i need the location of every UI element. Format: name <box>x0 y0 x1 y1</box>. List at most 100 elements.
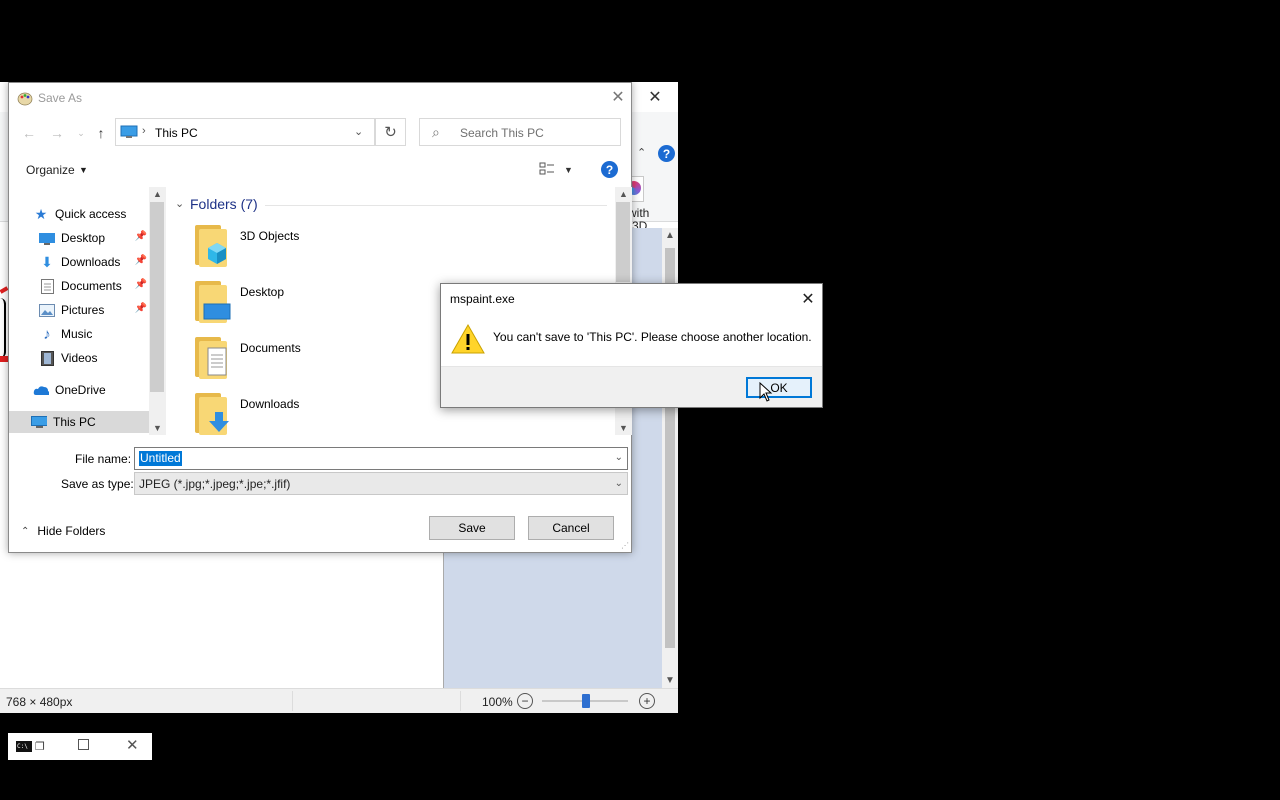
scroll-thumb[interactable] <box>616 202 630 282</box>
hide-folders-label: Hide Folders <box>37 524 106 538</box>
recent-locations-icon[interactable]: ⌄ <box>71 123 91 143</box>
document-icon <box>39 278 55 294</box>
help-icon[interactable]: ? <box>601 161 618 178</box>
folders-group-header[interactable]: Folders (7) <box>190 196 258 212</box>
music-icon: ♪ <box>43 325 51 343</box>
caret-down-icon[interactable]: ▼ <box>79 165 88 175</box>
maximize-icon[interactable] <box>78 739 89 750</box>
nav-label: Pictures <box>61 303 105 317</box>
save-button[interactable]: Save <box>429 516 515 540</box>
hide-folders-toggle[interactable]: ⌃ Hide Folders <box>21 524 105 538</box>
folder-item[interactable]: Desktop <box>193 279 433 331</box>
navigation-pane: ★ Quick access Desktop 📌 ⬇ Downloads 📌 D… <box>9 187 164 435</box>
pin-icon[interactable]: 📌 <box>135 279 147 290</box>
nav-item-downloads[interactable]: ⬇ Downloads 📌 <box>39 251 149 273</box>
forward-arrow-icon[interactable]: → <box>47 123 67 143</box>
up-arrow-icon[interactable]: ↑ <box>91 123 111 143</box>
save-as-type-label: Save as type: <box>61 477 134 491</box>
scroll-down-icon[interactable]: ▼ <box>153 423 162 433</box>
folder-item[interactable]: 3D Objects <box>193 223 433 275</box>
folder-item[interactable]: Documents <box>193 335 433 387</box>
nav-item-pictures[interactable]: Pictures 📌 <box>39 299 149 321</box>
scroll-up-icon[interactable]: ▲ <box>619 189 628 199</box>
file-name-value[interactable]: Untitled <box>139 451 182 466</box>
save-as-type-select[interactable]: JPEG (*.jpg;*.jpeg;*.jpe;*.jfif) ⌄ <box>134 472 628 495</box>
scroll-thumb[interactable] <box>150 202 164 392</box>
alert-message: You can't save to 'This PC'. Please choo… <box>493 330 812 344</box>
zoom-in-icon[interactable]: + <box>639 693 655 709</box>
organize-button[interactable]: Organize <box>26 163 75 177</box>
back-arrow-icon[interactable]: ← <box>19 123 39 143</box>
nav-vertical-scrollbar[interactable]: ▲ ▼ <box>149 187 166 435</box>
close-icon[interactable]: ✕ <box>607 86 629 108</box>
breadcrumb-chevron-icon[interactable]: › <box>142 125 146 137</box>
zoom-percentage: 100% <box>482 695 513 709</box>
zoom-out-icon[interactable]: − <box>517 693 533 709</box>
folder-3d-objects-icon <box>193 225 231 269</box>
caret-down-icon[interactable]: ▼ <box>564 165 573 175</box>
alert-title: mspaint.exe <box>450 292 515 306</box>
nav-item-documents[interactable]: Documents 📌 <box>39 275 149 297</box>
nav-item-music[interactable]: ♪ Music <box>39 323 149 345</box>
folder-label: Desktop <box>240 285 285 299</box>
file-name-input[interactable]: Untitled ⌄ <box>134 447 628 470</box>
chevron-down-icon[interactable]: ⌄ <box>175 197 184 210</box>
view-options-icon[interactable] <box>539 162 555 176</box>
image-dimensions: 768 × 480px <box>6 695 73 709</box>
folder-downloads-icon <box>193 393 231 437</box>
chevron-up-icon: ⌃ <box>21 525 30 537</box>
nav-label: Downloads <box>61 255 121 269</box>
pictures-icon <box>39 302 55 318</box>
paint-close-icon[interactable]: ✕ <box>644 86 666 108</box>
ok-button[interactable]: OK <box>746 377 812 398</box>
chevron-down-icon[interactable]: ⌄ <box>354 125 363 138</box>
nav-item-this-pc[interactable]: This PC <box>9 411 149 433</box>
scroll-up-icon[interactable]: ▲ <box>153 189 162 199</box>
drawing-stroke <box>0 298 6 358</box>
paint-palette-icon <box>17 92 33 106</box>
nav-item-quick-access[interactable]: ★ Quick access <box>33 203 149 225</box>
refresh-icon[interactable]: ↻ <box>375 118 406 146</box>
search-input[interactable]: ⌕ Search This PC <box>419 118 621 146</box>
chevron-down-icon[interactable]: ⌄ <box>615 478 623 489</box>
address-current[interactable]: This PC <box>155 126 198 140</box>
scroll-down-icon[interactable]: ▼ <box>665 675 675 686</box>
close-icon[interactable]: ✕ <box>797 288 819 310</box>
nav-label: Quick access <box>55 207 127 221</box>
nav-item-videos[interactable]: Videos <box>39 347 149 369</box>
nav-item-onedrive[interactable]: OneDrive <box>33 379 149 401</box>
computer-icon <box>120 125 138 138</box>
pin-icon[interactable]: 📌 <box>135 231 147 242</box>
drawing-stroke <box>0 356 8 362</box>
cancel-button[interactable]: Cancel <box>528 516 614 540</box>
resize-grip-icon[interactable]: ⋰ <box>621 541 629 550</box>
star-icon: ★ <box>34 205 48 222</box>
folder-label: Documents <box>240 341 301 355</box>
video-icon <box>39 350 55 366</box>
computer-icon <box>31 414 47 430</box>
pin-icon[interactable]: 📌 <box>135 255 147 266</box>
nav-label: OneDrive <box>55 383 106 397</box>
save-as-type-value: JPEG (*.jpg;*.jpeg;*.jpe;*.jfif) <box>139 477 291 491</box>
command-prompt-icon: C:\ <box>16 741 32 752</box>
nav-label: Documents <box>61 279 122 293</box>
close-icon[interactable]: ✕ <box>126 736 139 754</box>
scroll-up-icon[interactable]: ▲ <box>665 230 675 241</box>
paint-help-icon[interactable]: ? <box>658 145 675 162</box>
console-window-strip: C:\ ❐ ✕ <box>8 733 152 760</box>
ribbon-collapse-icon[interactable]: ⌃ <box>637 146 646 159</box>
mouse-cursor-icon <box>759 382 773 402</box>
chevron-down-icon[interactable]: ⌄ <box>615 452 623 463</box>
zoom-slider-thumb[interactable] <box>582 694 590 708</box>
folder-item[interactable]: Downloads <box>193 391 433 443</box>
folder-label: Downloads <box>240 397 300 411</box>
nav-item-desktop[interactable]: Desktop 📌 <box>39 227 149 249</box>
nav-label: Videos <box>61 351 98 365</box>
nav-label: Music <box>61 327 93 341</box>
restore-icon[interactable]: ❐ <box>35 740 45 753</box>
download-icon: ⬇ <box>41 253 53 270</box>
desktop-icon <box>39 230 55 246</box>
address-bar[interactable]: › This PC ⌄ <box>115 118 375 146</box>
pin-icon[interactable]: 📌 <box>135 303 147 314</box>
scroll-down-icon[interactable]: ▼ <box>619 423 628 433</box>
